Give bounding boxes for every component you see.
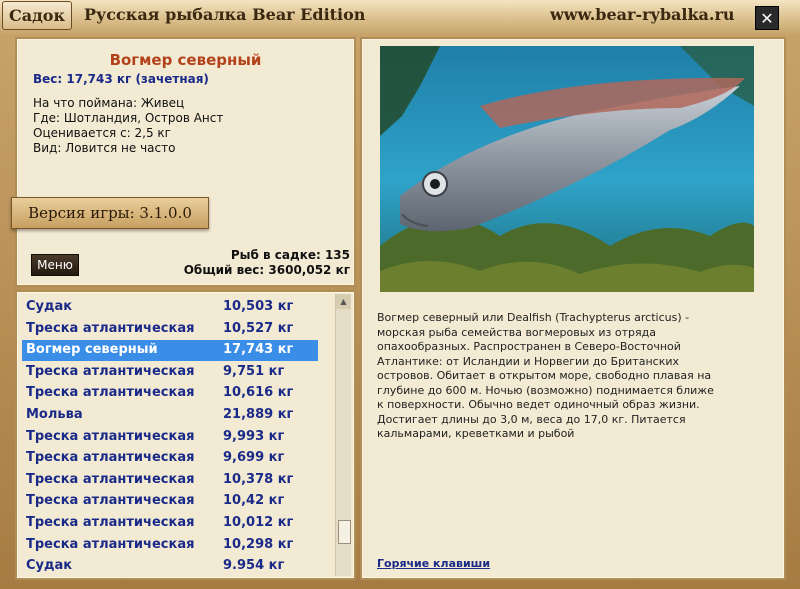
list-item-name: Треска атлантическая <box>26 471 195 487</box>
fish-photo <box>380 46 754 292</box>
app-title: Русская рыбалка Bear Edition <box>84 5 366 24</box>
list-item-name: Треска атлантическая <box>26 536 195 552</box>
scroll-up-arrow-icon[interactable]: ▲ <box>336 294 351 309</box>
list-item[interactable]: Треска атлантическая 9,699 кг <box>22 448 318 469</box>
list-item[interactable]: Судак 9.954 кг <box>22 556 318 577</box>
list-item-name: Треска атлантическая <box>26 493 195 509</box>
list-item[interactable]: Треска атлантическая 10,527 кг <box>22 319 318 340</box>
list-item-weight: 17,743 кг <box>223 342 294 358</box>
list-item[interactable]: Судак 10,503 кг <box>22 297 318 318</box>
scrollbar[interactable]: ▲ <box>335 294 351 576</box>
list-item-weight: 10,616 кг <box>223 385 294 401</box>
fish-bait: На что поймана: Живец <box>33 96 185 110</box>
list-item[interactable]: Треска атлантическая 10,616 кг <box>22 383 318 404</box>
list-item-name: Судак <box>26 558 73 574</box>
list-item-name: Треска атлантическая <box>26 450 195 466</box>
list-item-weight: 10,42 кг <box>223 493 285 509</box>
list-item-name: Треска атлантическая <box>26 385 195 401</box>
fish-count: Рыб в садке: 135 <box>230 248 350 262</box>
menu-button[interactable]: Меню <box>31 254 79 276</box>
fish-name-heading: Вогмер северный <box>109 51 262 69</box>
title-bar: Садок Русская рыбалка Bear Edition www.b… <box>0 0 800 34</box>
scroll-thumb[interactable] <box>338 520 351 544</box>
list-item[interactable]: Треска атлантическая 9,751 кг <box>22 362 318 383</box>
fish-rated: Оценивается с: 2,5 кг <box>33 126 171 140</box>
fish-description: Вогмер северный или Dealfish (Trachypter… <box>377 311 714 440</box>
list-item-weight: 21,889 кг <box>223 407 294 422</box>
list-item[interactable]: Треска атлантическая 10,012 кг <box>22 513 318 534</box>
fish-weight: Вес: 17,743 кг (зачетная) <box>33 72 209 86</box>
list-item[interactable]: Треска атлантическая 10,42 кг <box>22 491 318 512</box>
list-item-weight: 10,503 кг <box>223 299 294 314</box>
fish-info-panel: Вогмер северный Вес: 17,743 кг (зачетная… <box>11 37 356 287</box>
fish-detail-panel: Вогмер северный или Dealfish (Trachypter… <box>360 37 786 580</box>
fish-kind: Вид: Ловится не часто <box>33 141 176 155</box>
fish-place: Где: Шотландия, Остров Анст <box>33 111 224 125</box>
list-item[interactable]: Вогмер северный 17,743 кг <box>22 340 318 362</box>
list-item-weight: 10,378 кг <box>223 471 294 487</box>
list-item-name: Треска атлантическая <box>26 515 195 530</box>
list-item-weight: 9,751 кг <box>223 363 285 379</box>
list-item-name: Треска атлантическая <box>26 428 195 444</box>
list-item-name: Треска атлантическая <box>26 363 195 379</box>
list-item-name: Мольва <box>26 407 83 422</box>
list-item-weight: 9,993 кг <box>223 428 285 444</box>
list-item-weight: 10,298 кг <box>223 536 294 552</box>
list-item-weight: 10,527 кг <box>223 320 294 336</box>
list-item-name: Вогмер северный <box>26 342 158 358</box>
list-item-name: Треска атлантическая <box>26 320 195 336</box>
version-badge: Версия игры: 3.1.0.0 <box>11 197 209 229</box>
list-item[interactable]: Треска атлантическая 10,378 кг <box>22 470 318 491</box>
tab-sadok[interactable]: Садок <box>2 1 72 30</box>
close-icon: ✕ <box>760 8 774 28</box>
hotkeys-link[interactable]: Горячие клавиши <box>377 557 490 570</box>
close-button[interactable]: ✕ <box>755 6 779 30</box>
list-item-weight: 9,699 кг <box>223 450 285 466</box>
list-item[interactable]: Треска атлантическая 10,298 кг <box>22 535 318 556</box>
list-item-weight: 10,012 кг <box>223 515 294 530</box>
site-url: www.bear-rybalka.ru <box>550 5 735 24</box>
list-item[interactable]: Треска атлантическая 9,993 кг <box>22 427 318 448</box>
catch-list-panel: Судак 10,503 кг Треска атлантическая 10,527… <box>15 290 356 580</box>
list-item-weight: 9.954 кг <box>223 558 285 574</box>
total-weight: Общий вес: 3600,052 кг <box>183 263 350 277</box>
list-item-name: Судак <box>26 299 73 314</box>
list-item[interactable]: Мольва 21,889 кг <box>22 405 318 426</box>
